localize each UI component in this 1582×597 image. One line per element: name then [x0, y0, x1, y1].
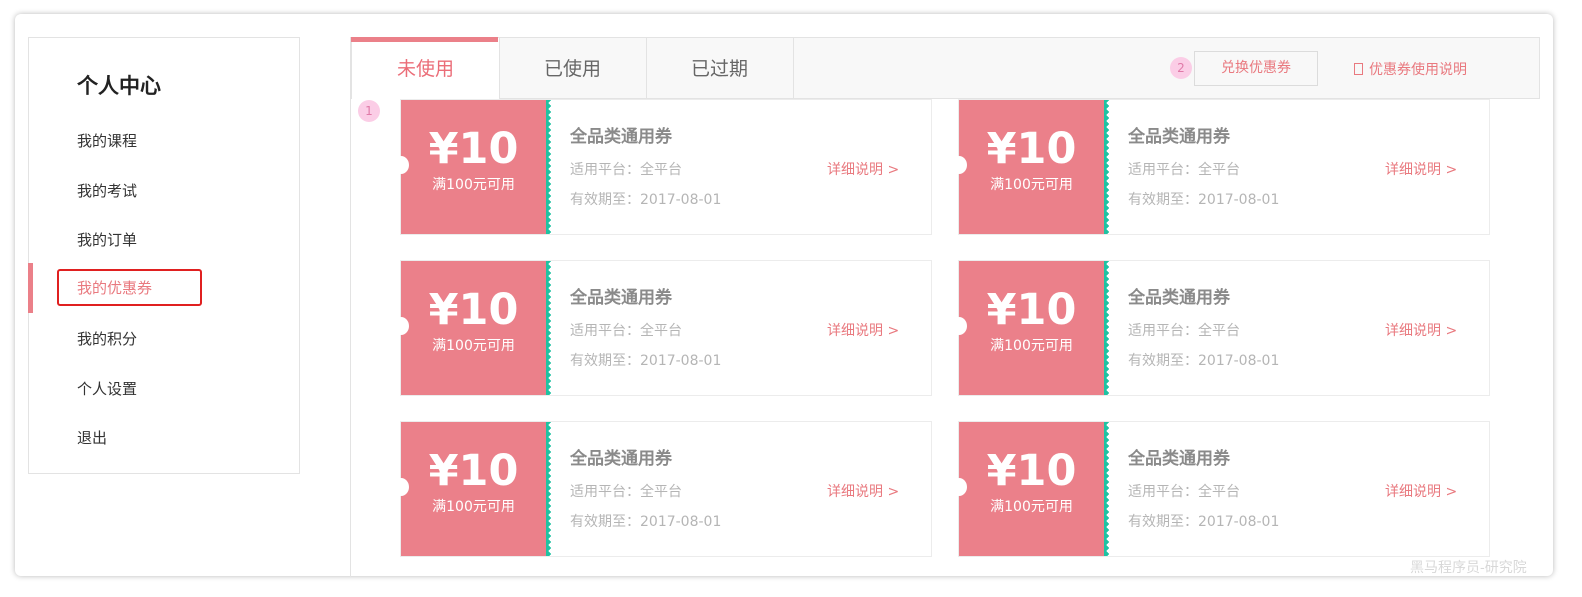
sidebar-item-label: 我的订单	[77, 231, 138, 249]
coupon-card: ¥10 满100元可用 全品类通用券 适用平台：全平台 有效期至：2017-08…	[393, 260, 932, 396]
sidebar-item-label: 退出	[77, 429, 108, 447]
coupon-amount: ¥10	[986, 124, 1077, 174]
coupon-name: 全品类通用券	[570, 288, 672, 308]
sidebar-item-orders[interactable]: 我的订单	[29, 217, 299, 261]
coupon-stub: ¥10 满100元可用	[393, 100, 546, 234]
redeem-coupon-button[interactable]: 兑换优惠券	[1194, 51, 1318, 86]
sidebar-item-label: 我的课程	[77, 132, 138, 150]
coupon-help-label: 优惠券使用说明	[1369, 62, 1467, 78]
coupon-platform: 适用平台：全平台	[570, 484, 682, 500]
annotation-badge-2: 2	[1170, 57, 1192, 79]
document-icon	[1354, 63, 1363, 75]
sidebar-item-points[interactable]: 我的积分	[29, 316, 299, 360]
coupon-amount: ¥10	[986, 446, 1077, 496]
coupon-help-link[interactable]: 优惠券使用说明	[1354, 59, 1467, 79]
coupon-stub: ¥10 满100元可用	[393, 261, 546, 395]
annotation-badge-1: 1	[358, 100, 380, 122]
coupon-expiry: 有效期至：2017-08-01	[570, 192, 722, 208]
coupon-panel: 未使用 已使用 已过期 2 兑换优惠券 优惠券使用说明 1 ¥10 满100元可…	[350, 37, 1540, 577]
coupon-condition: 满100元可用	[432, 499, 515, 515]
sidebar-item-label: 个人设置	[77, 380, 138, 398]
tab-bar: 未使用 已使用 已过期 2 兑换优惠券 优惠券使用说明	[351, 37, 1540, 100]
coupon-detail-link[interactable]: 详细说明 >	[1385, 481, 1457, 501]
coupon-expiry: 有效期至：2017-08-01	[1128, 353, 1280, 369]
coupon-name: 全品类通用券	[1128, 449, 1230, 469]
coupon-card: ¥10 满100元可用 全品类通用券 适用平台：全平台 有效期至：2017-08…	[393, 99, 932, 235]
coupon-amount: ¥10	[428, 285, 519, 335]
perforation-edge	[1104, 261, 1109, 395]
coupon-detail-link[interactable]: 详细说明 >	[827, 320, 899, 340]
coupon-expiry: 有效期至：2017-08-01	[1128, 514, 1280, 530]
coupon-name: 全品类通用券	[570, 449, 672, 469]
coupon-expiry: 有效期至：2017-08-01	[570, 514, 722, 530]
tab-used[interactable]: 已使用	[499, 38, 647, 99]
perforation-edge	[1104, 100, 1109, 234]
coupon-card: ¥10 满100元可用 全品类通用券 适用平台：全平台 有效期至：2017-08…	[951, 260, 1490, 396]
coupon-stub: ¥10 满100元可用	[951, 261, 1104, 395]
coupon-platform: 适用平台：全平台	[1128, 323, 1240, 339]
coupon-stub: ¥10 满100元可用	[951, 422, 1104, 556]
coupon-amount: ¥10	[428, 446, 519, 496]
coupon-condition: 满100元可用	[990, 177, 1073, 193]
sidebar-item-coupons[interactable]: 我的优惠券	[28, 263, 299, 313]
tab-expired[interactable]: 已过期	[646, 38, 794, 99]
coupon-detail-link[interactable]: 详细说明 >	[827, 481, 899, 501]
coupon-name: 全品类通用券	[570, 127, 672, 147]
coupon-name: 全品类通用券	[1128, 127, 1230, 147]
coupon-condition: 满100元可用	[990, 338, 1073, 354]
coupon-detail-link[interactable]: 详细说明 >	[1385, 320, 1457, 340]
sidebar-item-exams[interactable]: 我的考试	[29, 168, 299, 212]
coupon-amount: ¥10	[428, 124, 519, 174]
sidebar-item-label: 我的考试	[77, 182, 138, 200]
watermark: 黑马程序员-研究院	[1410, 560, 1527, 576]
coupon-condition: 满100元可用	[990, 499, 1073, 515]
coupon-card: ¥10 满100元可用 全品类通用券 适用平台：全平台 有效期至：2017-08…	[951, 99, 1490, 235]
coupon-card: ¥10 满100元可用 全品类通用券 适用平台：全平台 有效期至：2017-08…	[393, 421, 932, 557]
sidebar-title: 个人中心	[77, 74, 161, 98]
perforation-edge	[546, 261, 551, 395]
coupon-platform: 适用平台：全平台	[1128, 484, 1240, 500]
coupon-detail-link[interactable]: 详细说明 >	[1385, 159, 1457, 179]
sidebar-item-label: 我的积分	[77, 330, 138, 348]
perforation-edge	[546, 422, 551, 556]
perforation-edge	[546, 100, 551, 234]
coupon-name: 全品类通用券	[1128, 288, 1230, 308]
coupon-platform: 适用平台：全平台	[570, 162, 682, 178]
tab-unused[interactable]: 未使用	[351, 37, 500, 100]
coupon-card: ¥10 满100元可用 全品类通用券 适用平台：全平台 有效期至：2017-08…	[951, 421, 1490, 557]
sidebar-item-settings[interactable]: 个人设置	[29, 366, 299, 410]
coupon-stub: ¥10 满100元可用	[393, 422, 546, 556]
sidebar-item-courses[interactable]: 我的课程	[29, 118, 299, 162]
sidebar: 个人中心 我的课程 我的考试 我的订单 我的优惠券 我的积分 个人设置 退出	[28, 37, 300, 474]
coupon-expiry: 有效期至：2017-08-01	[570, 353, 722, 369]
perforation-edge	[1104, 422, 1109, 556]
coupon-amount: ¥10	[986, 285, 1077, 335]
coupon-expiry: 有效期至：2017-08-01	[1128, 192, 1280, 208]
coupon-condition: 满100元可用	[432, 338, 515, 354]
coupon-platform: 适用平台：全平台	[570, 323, 682, 339]
coupon-stub: ¥10 满100元可用	[951, 100, 1104, 234]
coupon-condition: 满100元可用	[432, 177, 515, 193]
sidebar-item-logout[interactable]: 退出	[29, 415, 299, 459]
highlight-outline	[57, 269, 202, 306]
coupon-detail-link[interactable]: 详细说明 >	[827, 159, 899, 179]
coupon-platform: 适用平台：全平台	[1128, 162, 1240, 178]
